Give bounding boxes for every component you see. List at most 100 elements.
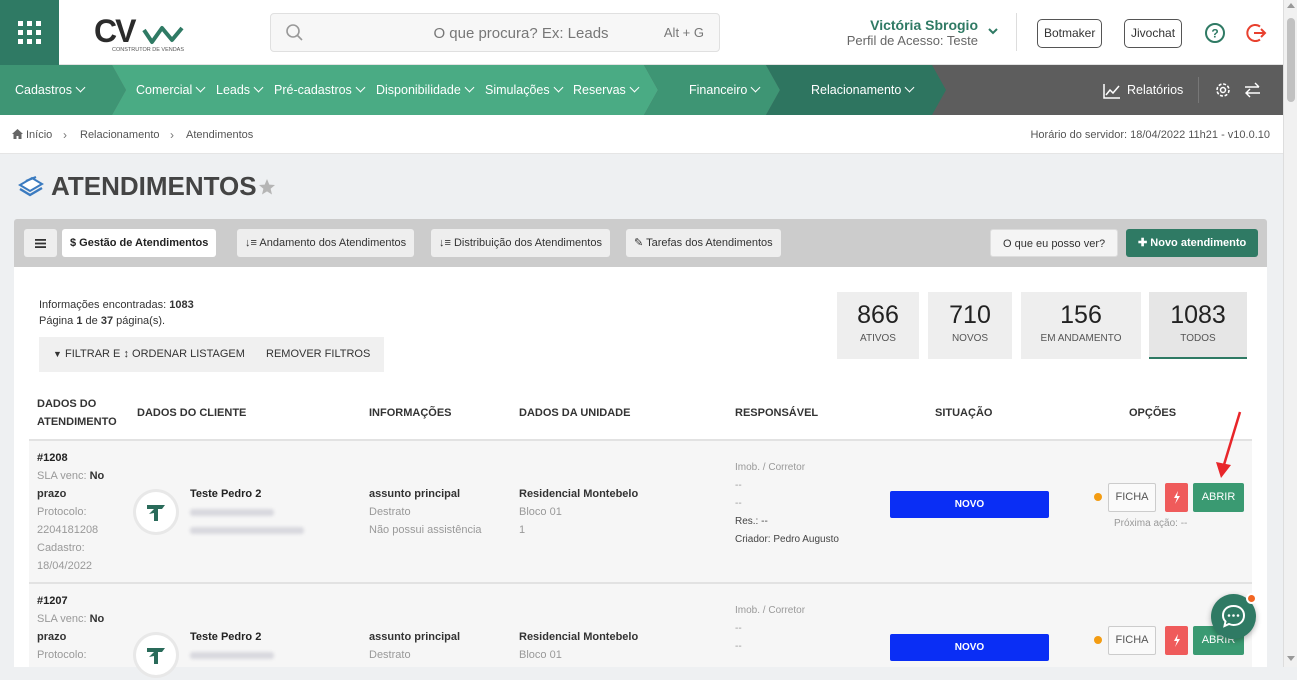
gear-icon[interactable]	[1214, 81, 1232, 99]
client-logo-icon	[147, 648, 165, 664]
remove-filters-button[interactable]: REMOVER FILTROS	[252, 337, 385, 372]
row-unidade: Residencial Montebelo Bloco 01	[519, 631, 639, 661]
table-row: #1207 SLA venc: No prazo Protocolo: Test…	[29, 584, 1252, 675]
chevron-down-icon	[75, 82, 86, 93]
star-icon[interactable]	[258, 178, 276, 196]
client-name[interactable]: Teste Pedro 2	[190, 488, 261, 500]
swap-icon[interactable]	[1244, 82, 1261, 98]
col-header-situacao[interactable]: SITUAÇÃO	[935, 404, 992, 422]
row-atendimento-data: #1208 SLA venc: No prazo Protocolo: 2204…	[37, 452, 105, 572]
botmaker-button[interactable]: Botmaker	[1037, 19, 1103, 48]
row-informacoes: assunto principal Destrato Não possui as…	[369, 488, 482, 536]
table-row: #1208 SLA venc: No prazo Protocolo: 2204…	[29, 441, 1252, 582]
breadcrumb-relacionamento[interactable]: Relacionamento	[80, 129, 160, 141]
page-scrollbar[interactable]	[1283, 0, 1297, 667]
nav-leads[interactable]: Leads	[216, 65, 264, 115]
nav-relacionamento[interactable]: Relacionamento	[811, 65, 915, 115]
nav-simulacoes[interactable]: Simulações	[485, 65, 564, 115]
nav-relatorios[interactable]: Relatórios	[1103, 65, 1183, 115]
filter-icon: ▼	[53, 349, 62, 359]
brand-logo[interactable]: CV CONSTRUTOR DE VENDAS	[92, 12, 192, 54]
edit-icon: ✎	[634, 237, 647, 249]
stat-ativos[interactable]: 866 ATIVOS	[837, 292, 919, 359]
chevron-down-icon	[553, 82, 564, 93]
bolt-icon	[1174, 634, 1180, 647]
client-email-redacted	[190, 527, 304, 534]
top-bar: CV CONSTRUTOR DE VENDAS Alt + G Victória…	[0, 0, 1283, 65]
tab-tarefas[interactable]: ✎ Tarefas dos Atendimentos	[626, 229, 781, 257]
nav-reservas[interactable]: Reservas	[573, 65, 640, 115]
divider	[1016, 13, 1017, 51]
col-header-opcoes[interactable]: OPÇÕES	[1129, 404, 1176, 422]
stat-em-andamento[interactable]: 156 EM ANDAMENTO	[1021, 292, 1141, 359]
chevron-down-icon	[629, 82, 640, 93]
nav-financeiro[interactable]: Financeiro	[689, 65, 761, 115]
nav-cadastros[interactable]: Cadastros	[15, 65, 86, 115]
ficha-button[interactable]: FICHA	[1108, 483, 1156, 512]
client-name[interactable]: Teste Pedro 2	[190, 631, 261, 643]
client-phone-redacted	[190, 652, 274, 659]
col-header-atendimento[interactable]: DADOS DO ATENDIMENTO	[37, 395, 117, 431]
page-title: ATENDIMENTOS	[51, 171, 257, 201]
global-search[interactable]: Alt + G	[270, 13, 720, 52]
search-input[interactable]	[391, 23, 651, 43]
logout-icon[interactable]	[1246, 22, 1268, 44]
status-badge: NOVO	[890, 491, 1049, 518]
row-responsavel: Imob. / Corretor -- -- Res.: -- Criador:…	[735, 462, 839, 545]
chevron-down-icon	[904, 82, 915, 93]
divider	[1198, 77, 1199, 103]
tab-andamento[interactable]: ↓≡ Andamento dos Atendimentos	[237, 229, 415, 257]
nav-pre-cadastros[interactable]: Pré-cadastros	[274, 65, 366, 115]
filter-order-button[interactable]: ▼ FILTRAR E ↕ ORDENAR LISTAGEM	[39, 337, 259, 372]
chat-widget-button[interactable]	[1211, 593, 1257, 639]
user-menu[interactable]: Victória Sbrogio Perfil de Acesso: Teste	[843, 17, 1003, 48]
col-header-cliente[interactable]: DADOS DO CLIENTE	[137, 404, 246, 422]
col-header-unidade[interactable]: DADOS DA UNIDADE	[519, 404, 630, 422]
tab-distribuicao[interactable]: ↓≡ Distribuição dos Atendimentos	[431, 229, 610, 257]
user-profile: Perfil de Acesso: Teste	[846, 33, 978, 48]
plus-icon: ✚	[1138, 237, 1151, 249]
annotation-arrow-icon	[1216, 411, 1242, 478]
tab-gestao[interactable]: $ Gestão de Atendimentos	[62, 229, 217, 257]
chevron-down-icon	[988, 28, 998, 35]
help-icon[interactable]: ?	[1204, 22, 1226, 44]
row-atendimento-data: #1207 SLA venc: No prazo Protocolo:	[37, 595, 105, 661]
nav-disponibilidade[interactable]: Disponibilidade	[376, 65, 475, 115]
avatar	[136, 492, 176, 532]
breadcrumb-atendimentos: Atendimentos	[186, 129, 254, 141]
quick-action-button[interactable]	[1165, 626, 1188, 655]
client-phone-redacted	[190, 509, 274, 516]
stat-todos[interactable]: 1083 TODOS	[1149, 292, 1247, 359]
chevron-down-icon	[253, 82, 264, 93]
abrir-button[interactable]: ABRIR	[1193, 483, 1244, 512]
chevron-down-icon	[750, 82, 761, 93]
col-header-informacoes[interactable]: INFORMAÇÕES	[369, 404, 452, 422]
bolt-icon	[1174, 491, 1180, 504]
new-atendimento-button[interactable]: ✚ Novo atendimento	[1126, 229, 1259, 257]
chevron-down-icon	[464, 82, 475, 93]
apps-menu-button[interactable]	[0, 0, 59, 65]
help-what-can-i-see-button[interactable]: O que eu posso ver?	[990, 229, 1119, 257]
search-shortcut: Alt + G	[663, 25, 704, 40]
sort-icon: ↓≡	[245, 237, 260, 249]
menu-icon	[35, 238, 46, 248]
status-badge: NOVO	[890, 634, 1049, 661]
next-action: Próxima ação: --	[1114, 518, 1188, 529]
ficha-button[interactable]: FICHA	[1108, 626, 1156, 655]
client-logo-icon	[147, 505, 165, 521]
stat-novos[interactable]: 710 NOVOS	[928, 292, 1012, 359]
grid-icon	[18, 21, 41, 44]
logo-letters: CV	[94, 13, 137, 49]
quick-action-button[interactable]	[1165, 483, 1188, 512]
server-time: Horário do servidor: 18/04/2022 11h21 - …	[1030, 129, 1270, 141]
sort-icon: ↓≡	[439, 237, 454, 249]
chart-icon	[1103, 83, 1120, 99]
menu-toggle-button[interactable]	[24, 229, 57, 257]
jivochat-button[interactable]: Jivochat	[1124, 19, 1183, 48]
nav-comercial[interactable]: Comercial	[136, 65, 206, 115]
avatar	[136, 635, 176, 675]
breadcrumb-inicio[interactable]: Início	[26, 129, 52, 141]
home-icon	[12, 129, 23, 139]
results-info: Informações encontradas: 1083 Página 1 d…	[39, 299, 194, 327]
col-header-responsavel[interactable]: RESPONSÁVEL	[735, 404, 818, 422]
